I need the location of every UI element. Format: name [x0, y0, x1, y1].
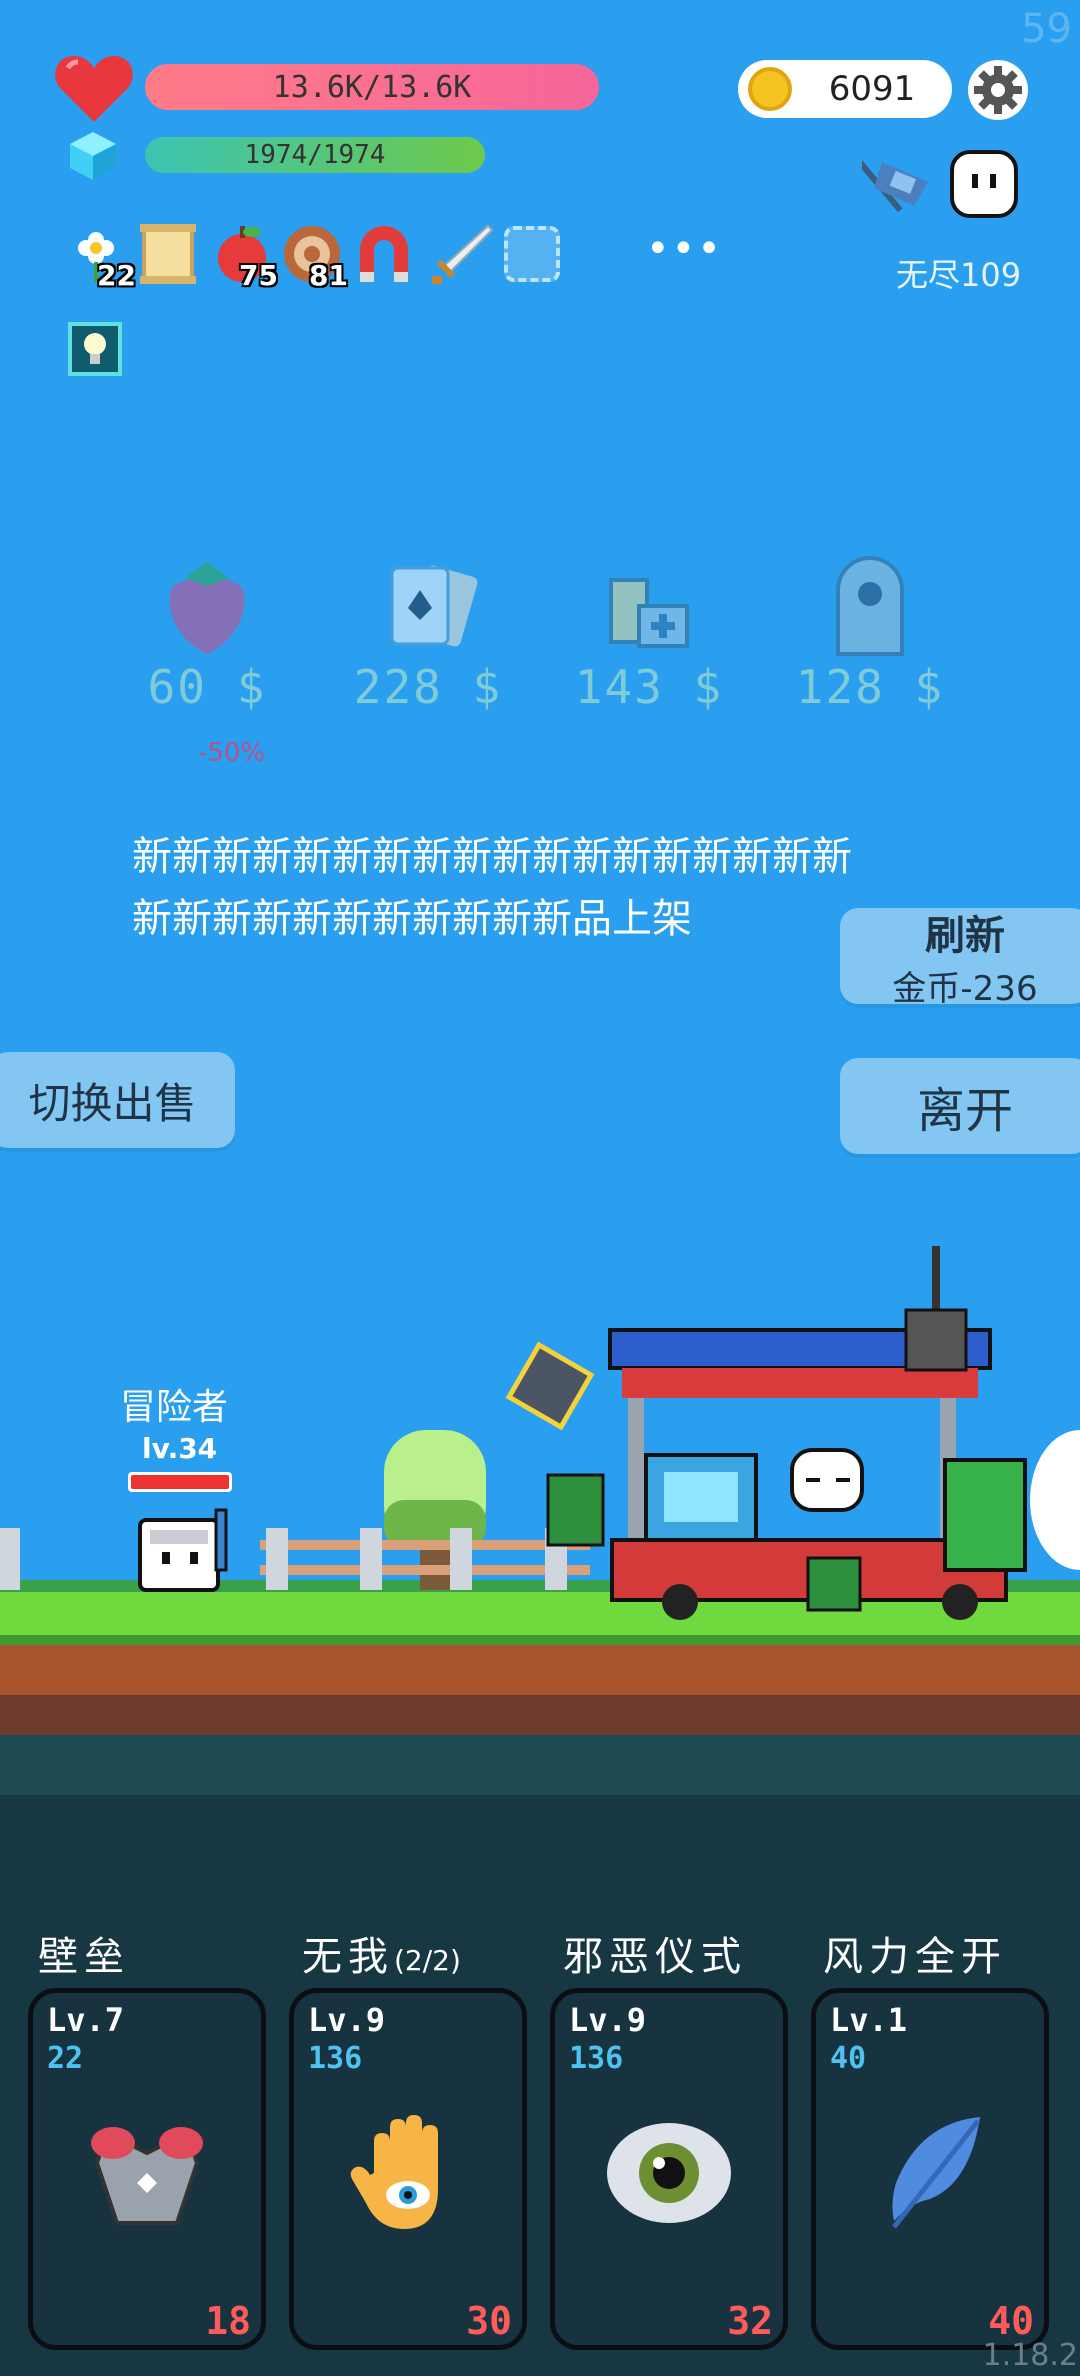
shop-item-tombstone[interactable]: 128 $	[770, 530, 970, 750]
playing-cards-icon	[390, 565, 478, 647]
flag-icon[interactable]	[862, 148, 946, 226]
skill-card-selfless[interactable]: Lv.9 136 30	[289, 1988, 527, 2350]
coin-icon	[748, 67, 792, 111]
hero-name: 冒险者	[120, 1387, 229, 1428]
hp-bar: 13.6K/13.6K	[145, 64, 599, 110]
refresh-title: 刷新	[925, 912, 1005, 959]
skill-title: 邪恶仪式	[563, 1934, 747, 1980]
skill-level: Lv.7	[47, 2001, 125, 2039]
skill-title: 无我(2/2)	[302, 1934, 461, 1980]
scroll-item-icon[interactable]	[138, 222, 198, 286]
feather-icon	[892, 2117, 980, 2229]
armor-icon	[91, 2127, 203, 2225]
empty-item-slot[interactable]	[504, 226, 560, 282]
skill-level: Lv.9	[308, 2001, 386, 2039]
game-scene	[0, 1246, 1080, 1800]
price-label: 128 $	[795, 660, 945, 714]
mana-gem-icon	[70, 132, 116, 180]
apple-item-icon[interactable]: 75	[212, 222, 278, 292]
battery-icon	[609, 578, 689, 648]
flower-item-icon[interactable]: 22	[70, 222, 136, 292]
eye-icon	[607, 2123, 731, 2223]
tombstone-icon	[836, 556, 904, 656]
shop-dialog-text: 新新新新新新新新新新新新新新新新新新新新新新新新新新新新新品上架	[132, 834, 852, 942]
skill-card-evil-ritual[interactable]: Lv.9 136 32	[550, 1988, 788, 2350]
skill-level: Lv.9	[569, 2001, 647, 2039]
coin-counter: 6091	[738, 60, 952, 118]
skill-value: 22	[47, 2041, 84, 2076]
shop-item-cards[interactable]: 228 $	[328, 530, 528, 750]
heart-icon	[55, 56, 133, 122]
hero-level: lv.34	[142, 1432, 218, 1465]
switch-sell-button[interactable]: 切换出售	[0, 1052, 235, 1148]
endless-mode-label: 无尽109	[896, 256, 1022, 294]
more-items-button[interactable]: •••	[646, 226, 723, 272]
skill-level: Lv.1	[830, 2001, 908, 2039]
skill-cost: 18	[205, 2299, 251, 2343]
target-item-icon[interactable]: 81	[282, 222, 348, 292]
refresh-button[interactable]: 刷新 金币-236	[840, 908, 1080, 1009]
price-label: 228 $	[353, 660, 503, 714]
refresh-cost: 金币-236	[892, 968, 1038, 1009]
skill-value: 136	[308, 2041, 363, 2076]
settings-gear-icon[interactable]	[966, 58, 1030, 122]
ghost-icon[interactable]	[948, 146, 1020, 220]
skill-cost: 32	[727, 2299, 773, 2343]
price-label: 60 $	[147, 660, 267, 714]
skill-cost: 30	[466, 2299, 512, 2343]
lightbulb-icon[interactable]	[68, 322, 122, 376]
price-label: 143 $	[574, 660, 724, 714]
sword-item-icon[interactable]	[428, 222, 494, 286]
hand-eye-icon	[350, 2115, 438, 2229]
mana-bar: 1974/1974	[145, 137, 485, 173]
magnet-item-icon[interactable]	[354, 222, 414, 286]
hero-sprite	[138, 1508, 228, 1592]
skill-value: 136	[569, 2041, 624, 2076]
fps-counter: 59	[1021, 6, 1072, 52]
discount-label: -50%	[198, 738, 266, 768]
skill-card-full-wind[interactable]: Lv.1 40 40	[811, 1988, 1049, 2350]
item-count: 81	[309, 259, 348, 292]
hammer-sprite	[505, 1341, 595, 1431]
version-label: 1.18.2	[982, 2338, 1078, 2373]
hero-hp-fill	[131, 1475, 229, 1489]
skill-value: 40	[830, 2041, 867, 2076]
strawberry-icon	[169, 562, 245, 654]
leave-button[interactable]: 离开	[840, 1058, 1080, 1154]
coin-value: 6091	[828, 69, 916, 109]
merchant-cart	[546, 1246, 1027, 1620]
skill-card-bulwark[interactable]: Lv.7 22 18	[28, 1988, 266, 2350]
item-count: 75	[239, 259, 278, 292]
dirt	[0, 1645, 1080, 1695]
shop-item-strawberry[interactable]: 60 $	[107, 530, 307, 750]
shop-item-battery[interactable]: 143 $	[549, 530, 749, 750]
skill-title: 壁垒	[38, 1934, 130, 1980]
item-count: 22	[97, 259, 136, 292]
skill-title: 风力全开	[823, 1934, 1007, 1980]
skill-cost: 40	[988, 2299, 1034, 2343]
hero-hp-bar	[128, 1472, 232, 1492]
cloud	[1030, 1430, 1080, 1570]
